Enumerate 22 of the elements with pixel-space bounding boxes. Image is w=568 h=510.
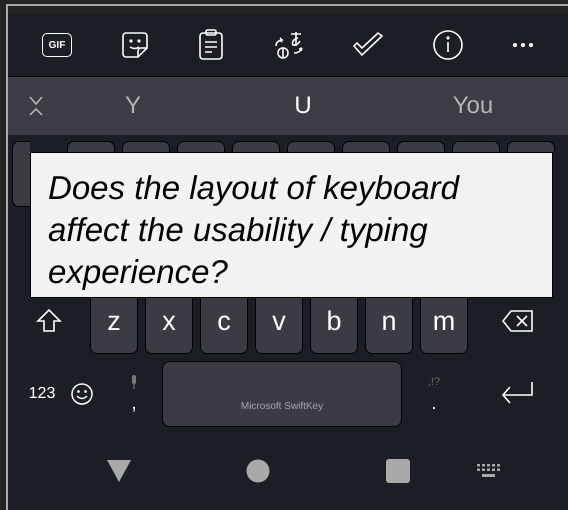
period-key[interactable]: ,!? .	[402, 361, 466, 427]
recents-icon[interactable]	[386, 458, 410, 482]
emoji-icon[interactable]	[70, 382, 94, 406]
sticker-icon[interactable]	[120, 30, 150, 60]
suggestion[interactable]: U	[243, 88, 363, 124]
clipboard-icon[interactable]	[198, 29, 224, 61]
back-icon[interactable]	[106, 460, 132, 482]
numbers-key[interactable]: 123	[8, 382, 70, 406]
suggestion[interactable]: Y	[73, 88, 193, 124]
suggestion[interactable]: You	[413, 88, 533, 124]
more-icon[interactable]	[512, 42, 534, 48]
microphone-icon	[130, 375, 138, 389]
comma-key[interactable]: ,	[106, 361, 162, 427]
keyboard-icon[interactable]	[477, 464, 501, 478]
info-icon[interactable]	[432, 29, 464, 61]
collapse-icon[interactable]	[28, 95, 44, 117]
gif-button[interactable]: GIF	[42, 33, 72, 57]
check-icon[interactable]	[352, 31, 384, 59]
space-bar[interactable]: Microsoft SwiftKey	[162, 361, 402, 427]
backspace-icon[interactable]	[502, 309, 534, 333]
shift-icon[interactable]	[36, 308, 62, 334]
home-icon[interactable]	[246, 458, 270, 482]
